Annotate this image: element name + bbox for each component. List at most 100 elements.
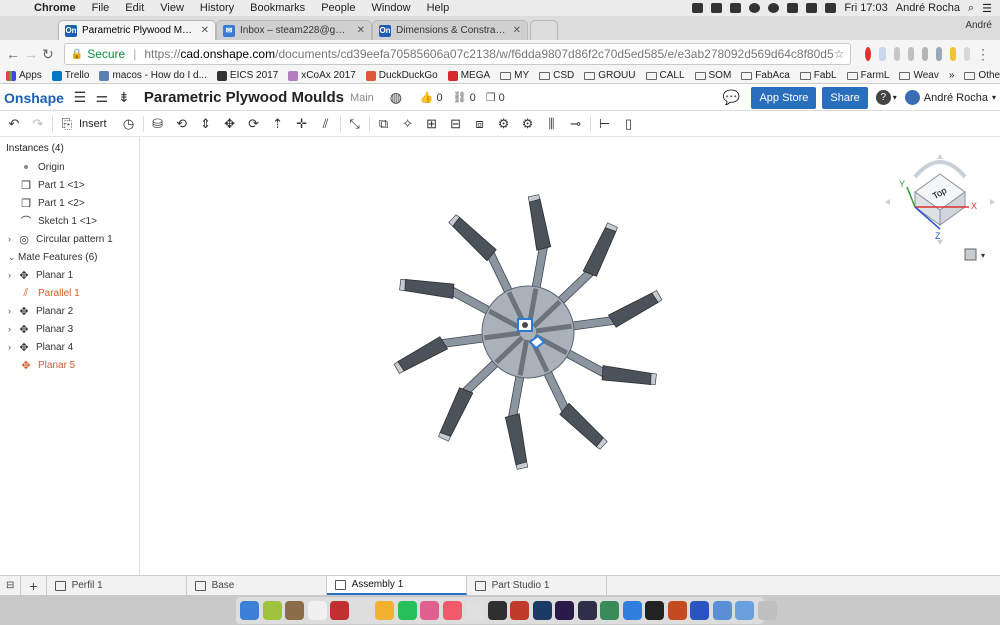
clock[interactable]: Fri 17:03: [844, 2, 887, 14]
dock-app-icon[interactable]: [600, 601, 619, 620]
dock-app-icon[interactable]: [307, 601, 327, 620]
forward-arrow-icon[interactable]: →: [24, 46, 38, 62]
menu-help[interactable]: Help: [419, 2, 458, 14]
reload-icon[interactable]: ↻: [42, 46, 54, 63]
wifi-icon[interactable]: [806, 3, 818, 13]
status-icon[interactable]: [749, 3, 761, 13]
menubar-user[interactable]: André Rocha: [896, 2, 960, 14]
menu-window[interactable]: Window: [363, 2, 418, 14]
instance-row[interactable]: › ◎ Circular pattern 1: [0, 230, 139, 248]
dock-app-icon[interactable]: [375, 601, 394, 620]
dock-app-icon[interactable]: [510, 601, 529, 620]
dock-app-icon[interactable]: [442, 601, 462, 620]
browser-tab-dimensions[interactable]: On Dimensions & Constraints | On ✕: [372, 20, 528, 40]
extension-icon[interactable]: [893, 47, 900, 61]
bookmark-item[interactable]: EICS 2017: [216, 70, 278, 81]
instance-row[interactable]: ❒ Part 1 <1>: [0, 176, 139, 194]
branch-label[interactable]: Main: [350, 92, 374, 104]
instance-row[interactable]: › ✥ Planar 3: [0, 320, 139, 338]
bookmark-star-icon[interactable]: ☆: [834, 47, 845, 61]
bookmark-folder[interactable]: GROUU: [584, 70, 636, 81]
linear-pattern-icon[interactable]: ⊞: [424, 116, 440, 132]
measure-icon[interactable]: ⊢: [597, 116, 613, 132]
avatar[interactable]: [904, 90, 920, 105]
status-icon[interactable]: [692, 3, 704, 13]
dock-app-icon[interactable]: [330, 601, 349, 620]
dock-app-icon[interactable]: [735, 601, 754, 620]
chevron-down-icon[interactable]: ▾: [992, 93, 996, 102]
menu-app-name[interactable]: Chrome: [26, 2, 84, 14]
bookmark-folder[interactable]: MY: [500, 70, 529, 81]
named-positions-icon[interactable]: ◷: [121, 116, 137, 132]
view-cube[interactable]: Top X Y Z ▾: [885, 147, 995, 267]
instance-row[interactable]: › ✥ Planar 1: [0, 266, 139, 284]
dock-app-icon[interactable]: [555, 601, 574, 620]
bookmark-item[interactable]: DuckDuckGo: [365, 70, 438, 81]
back-arrow-icon[interactable]: ←: [6, 46, 20, 62]
screw-relation-icon[interactable]: ⫼: [544, 116, 560, 132]
extension-icon[interactable]: [921, 47, 928, 61]
browser-tab-onshape-doc[interactable]: On Parametric Plywood Moulds | A ✕: [58, 20, 216, 40]
linear-relation-icon[interactable]: ⊸: [568, 116, 584, 132]
copies-counter[interactable]: ❐ 0: [486, 91, 505, 105]
dock-app-icon[interactable]: [532, 601, 552, 620]
tab-part-studio-1[interactable]: Part Studio 1: [467, 576, 607, 595]
dock-app-icon[interactable]: [397, 601, 417, 620]
extension-icon[interactable]: [907, 47, 914, 61]
search-icon[interactable]: ⌕: [968, 2, 974, 15]
dock-app-icon[interactable]: [690, 601, 709, 620]
instance-row[interactable]: Origin: [0, 158, 139, 176]
bookmarks-overflow-icon[interactable]: »: [949, 70, 955, 81]
pin-slot-mate-icon[interactable]: ⇡: [270, 116, 286, 132]
bookmark-item[interactable]: xCoAx 2017: [288, 70, 356, 81]
chevron-icon[interactable]: ⌄: [8, 252, 18, 263]
chevron-icon[interactable]: ›: [8, 324, 18, 334]
menu-bookmarks[interactable]: Bookmarks: [242, 2, 313, 14]
status-icon[interactable]: [730, 3, 742, 13]
tab-perfil-1[interactable]: Perfil 1: [47, 576, 187, 595]
tab-base[interactable]: Base: [187, 576, 327, 595]
menu-history[interactable]: History: [192, 2, 242, 14]
bookmark-folder[interactable]: CSD: [539, 70, 574, 81]
instance-row[interactable]: › ✥ Planar 4: [0, 338, 139, 356]
bookmark-folder[interactable]: FabAca: [741, 70, 790, 81]
instance-row[interactable]: ❒ Part 1 <2>: [0, 194, 139, 212]
group-icon[interactable]: ⧉: [376, 116, 392, 132]
comments-icon[interactable]: 💬: [723, 89, 740, 106]
feature-list-icon[interactable]: ⚌: [94, 89, 110, 106]
instance-row[interactable]: ⫽ Parallel 1: [0, 284, 139, 302]
opera-extension-icon[interactable]: [865, 47, 872, 61]
cylindrical-mate-icon[interactable]: ⟳: [246, 116, 262, 132]
dock-app-icon[interactable]: [712, 601, 732, 620]
dock-app-icon[interactable]: [622, 601, 642, 620]
chrome-profile-name[interactable]: André: [965, 20, 992, 31]
fastened-mate-icon[interactable]: ⛁: [150, 116, 166, 132]
parallel-mate-icon[interactable]: ⫽: [318, 116, 334, 132]
gear-relation-icon[interactable]: ⚙: [496, 116, 512, 132]
instance-row[interactable]: › ✥ Planar 2: [0, 302, 139, 320]
document-title[interactable]: Parametric Plywood Moulds: [144, 89, 344, 106]
bookmark-folder[interactable]: Weav: [899, 70, 939, 81]
dock-app-icon[interactable]: [352, 601, 372, 620]
dock-app-icon[interactable]: [285, 601, 304, 620]
extension-icon[interactable]: [963, 47, 971, 61]
insert-button[interactable]: ⎘ Insert: [59, 116, 107, 132]
ball-mate-icon[interactable]: ✛: [294, 116, 310, 132]
circular-pattern-icon[interactable]: ⊟: [448, 116, 464, 132]
bookmark-item[interactable]: Apps: [6, 70, 42, 81]
drive-extension-icon[interactable]: [949, 47, 956, 61]
instances-title[interactable]: Instances (4): [0, 137, 139, 158]
add-instance-icon[interactable]: ⇟: [116, 89, 132, 106]
browser-tab-inbox[interactable]: ✉ Inbox – steam228@gmail.com ✕: [216, 20, 372, 40]
share-button[interactable]: Share: [822, 86, 868, 109]
globe-icon[interactable]: ◍: [388, 89, 404, 106]
app-store-button[interactable]: App Store: [751, 86, 817, 109]
dock-app-icon[interactable]: [645, 601, 664, 620]
undo-icon[interactable]: ↶: [6, 116, 22, 132]
add-tab-button[interactable]: +: [21, 576, 47, 595]
chevron-icon[interactable]: ›: [8, 270, 18, 280]
dropbox-extension-icon[interactable]: [879, 47, 886, 61]
instance-row[interactable]: ⌄ Mate Features (6): [0, 248, 139, 266]
section-view-icon[interactable]: ▯: [621, 116, 637, 132]
status-icon[interactable]: [711, 3, 723, 13]
